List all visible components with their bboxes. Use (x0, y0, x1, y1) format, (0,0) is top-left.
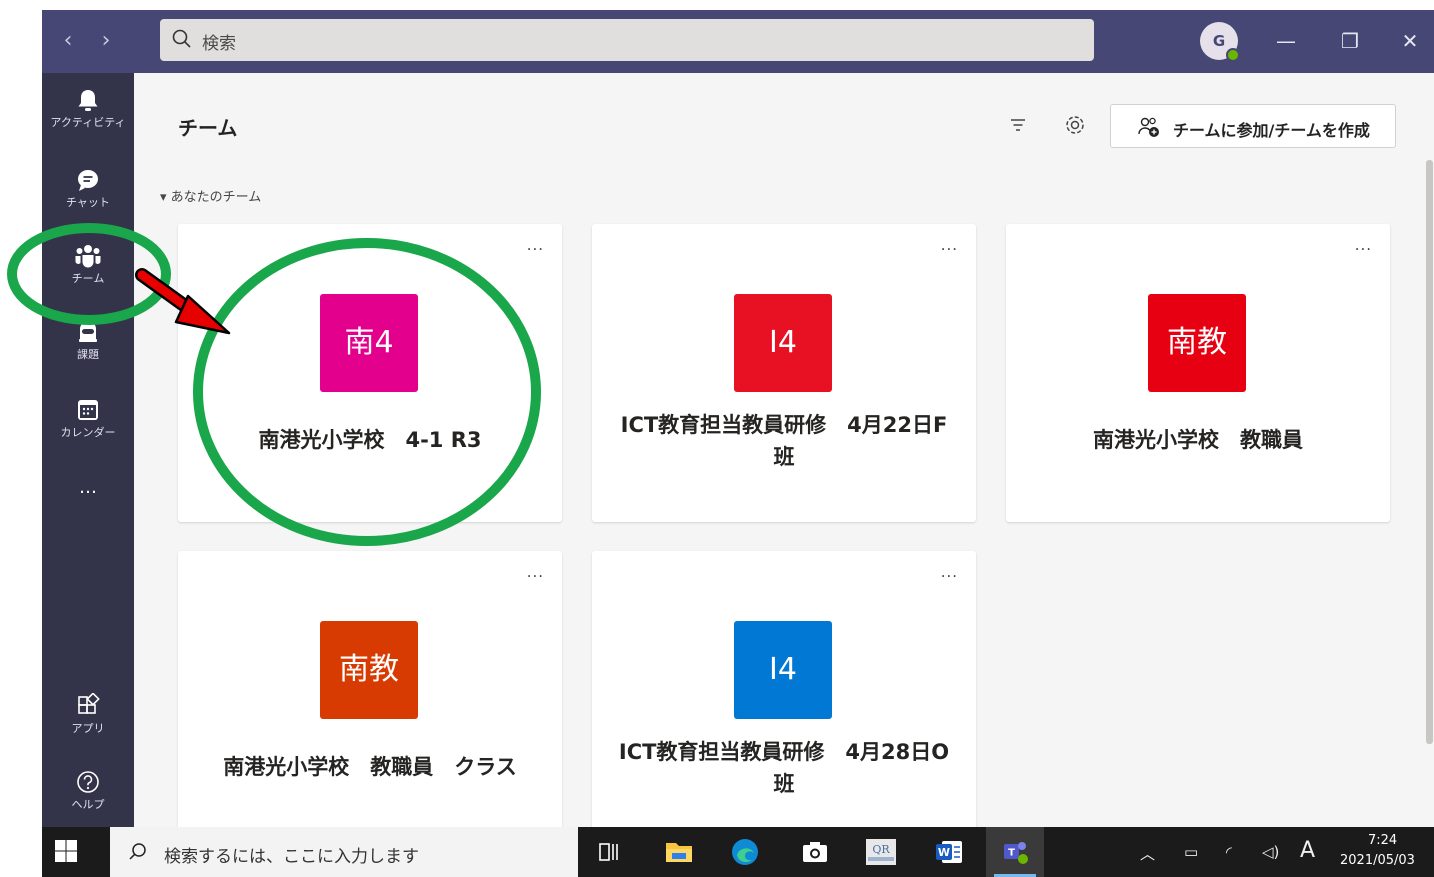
vertical-scrollbar[interactable] (1426, 160, 1433, 744)
sidebar-item-label: 課題 (77, 348, 99, 361)
assignments-icon (79, 321, 97, 342)
more-icon: … (79, 477, 97, 498)
clock-date[interactable]: 2021/05/03 (1340, 853, 1415, 868)
volume-icon[interactable]: ◁) (1262, 843, 1279, 861)
help-icon (77, 771, 99, 793)
file-explorer-icon[interactable] (662, 835, 696, 869)
bell-icon (78, 90, 98, 111)
word-icon[interactable]: W (932, 835, 966, 869)
more-options-icon[interactable]: ... (527, 563, 544, 581)
task-view-icon[interactable] (592, 835, 626, 869)
filter-icon[interactable] (1004, 113, 1032, 137)
taskbar-search-placeholder: 検索するには、ここに入力します (164, 847, 419, 867)
team-tile: I4 (734, 294, 832, 392)
team-tile: 南4 (320, 294, 418, 392)
chevron-up-icon[interactable]: ︿ (1140, 843, 1155, 864)
teams-app-icon: T (1004, 842, 1028, 864)
join-or-create-team-button[interactable]: チームに参加/チームを作成 (1110, 104, 1396, 148)
team-card[interactable]: ... I4 ICT教育担当教員研修 4月22日F班 (592, 224, 976, 522)
sidebar-item-label: ヘルプ (71, 798, 105, 811)
calendar-icon (78, 400, 98, 420)
svg-text:T: T (1008, 848, 1015, 859)
team-tile: 南教 (1148, 294, 1246, 392)
close-button[interactable]: ✕ (1392, 24, 1428, 58)
page-title: チーム (178, 116, 238, 140)
team-card[interactable]: ... 南教 南港光小学校 教職員 (1006, 224, 1390, 522)
main-header: チーム チームに参加/チームを作成 (134, 73, 1434, 159)
sidebar-item-label: カレンダー (60, 426, 116, 439)
team-card[interactable]: ... 南教 南港光小学校 教職員 クラス (178, 551, 562, 849)
your-teams-section-toggle[interactable]: ▾ あなたのチーム (160, 186, 261, 205)
team-card[interactable]: ... I4 ICT教育担当教員研修 4月28日O班 (592, 551, 976, 849)
sidebar-item-assignments[interactable]: 課題 (42, 305, 134, 377)
windows-taskbar: 検索するには、ここに入力します QR W T ︿ ▭ ◜ ◁) A 7:24 2… (42, 827, 1434, 877)
team-name: 南港光小学校 教職員 (1093, 428, 1303, 452)
search-input[interactable]: 検索 (160, 19, 1094, 61)
avatar[interactable]: G (1200, 22, 1240, 62)
forward-icon[interactable]: › (94, 28, 118, 54)
more-options-icon[interactable]: ... (527, 236, 544, 254)
avatar-initial: G (1212, 32, 1226, 50)
team-name: 南港光小学校 4-1 R3 (258, 428, 482, 452)
svg-text:W: W (938, 846, 950, 859)
search-placeholder: 検索 (202, 34, 236, 54)
team-name: ICT教育担当教員研修 4月22日F班 (620, 413, 948, 469)
windows-start-icon[interactable] (54, 839, 78, 863)
team-tile: 南教 (320, 621, 418, 719)
qr-reader-icon[interactable]: QR (864, 835, 898, 869)
team-card[interactable]: ... 南4 南港光小学校 4-1 R3 (178, 224, 562, 522)
apps-icon (78, 693, 100, 714)
chat-icon (78, 170, 98, 191)
join-button-label: チームに参加/チームを作成 (1173, 121, 1370, 140)
battery-icon[interactable]: ▭ (1184, 843, 1198, 861)
camera-icon[interactable] (798, 835, 832, 869)
minimize-button[interactable]: — (1268, 24, 1304, 58)
sidebar-item-label: アクティビティ (50, 116, 126, 129)
sidebar-item-chat[interactable]: チャット (42, 153, 134, 225)
sidebar-item-label: アプリ (71, 722, 105, 735)
team-name: 南港光小学校 教職員 クラス (223, 755, 517, 779)
taskbar-search-input[interactable]: 検索するには、ここに入力します (110, 827, 578, 877)
edge-browser-icon[interactable] (728, 835, 762, 869)
section-label: あなたのチーム (170, 190, 262, 205)
title-bar: ‹ › 検索 G — ❐ ✕ (42, 10, 1434, 73)
clock-time[interactable]: 7:24 (1368, 833, 1397, 848)
more-options-icon[interactable]: ... (941, 236, 958, 254)
sidebar-more-button[interactable]: … (42, 469, 134, 509)
sidebar-item-help[interactable]: ヘルプ (42, 755, 134, 827)
svg-text:QR: QR (872, 843, 890, 856)
app-bar: アクティビティ チャット チーム 課題 カレンダー … アプリ ヘルプ (42, 73, 134, 830)
sidebar-item-label: チーム (71, 272, 105, 285)
taskbar-active-app[interactable]: T (986, 827, 1044, 877)
add-people-icon (1138, 117, 1159, 137)
gear-icon[interactable] (1061, 111, 1089, 139)
team-tile: I4 (734, 621, 832, 719)
sidebar-item-label: チャット (66, 196, 110, 209)
sidebar-item-calendar[interactable]: カレンダー (42, 383, 134, 455)
search-icon (129, 843, 146, 860)
sidebar-item-activity[interactable]: アクティビティ (42, 73, 134, 145)
search-icon (172, 29, 191, 48)
ime-indicator[interactable]: A (1300, 838, 1315, 863)
more-options-icon[interactable]: ... (1355, 236, 1372, 254)
presence-available-icon (1226, 48, 1240, 62)
sidebar-item-apps[interactable]: アプリ (42, 679, 134, 751)
maximize-button[interactable]: ❐ (1332, 24, 1368, 58)
caret-down-icon: ▾ (160, 190, 171, 205)
teams-window: ‹ › 検索 G — ❐ ✕ アクティビティ チャット チーム 課題 カレンダー… (42, 10, 1434, 877)
back-icon[interactable]: ‹ (56, 28, 80, 54)
team-name: ICT教育担当教員研修 4月28日O班 (618, 740, 950, 796)
teams-icon (75, 245, 101, 268)
wifi-icon[interactable]: ◜ (1226, 843, 1232, 861)
more-options-icon[interactable]: ... (941, 563, 958, 581)
sidebar-item-teams[interactable]: チーム (42, 229, 134, 301)
